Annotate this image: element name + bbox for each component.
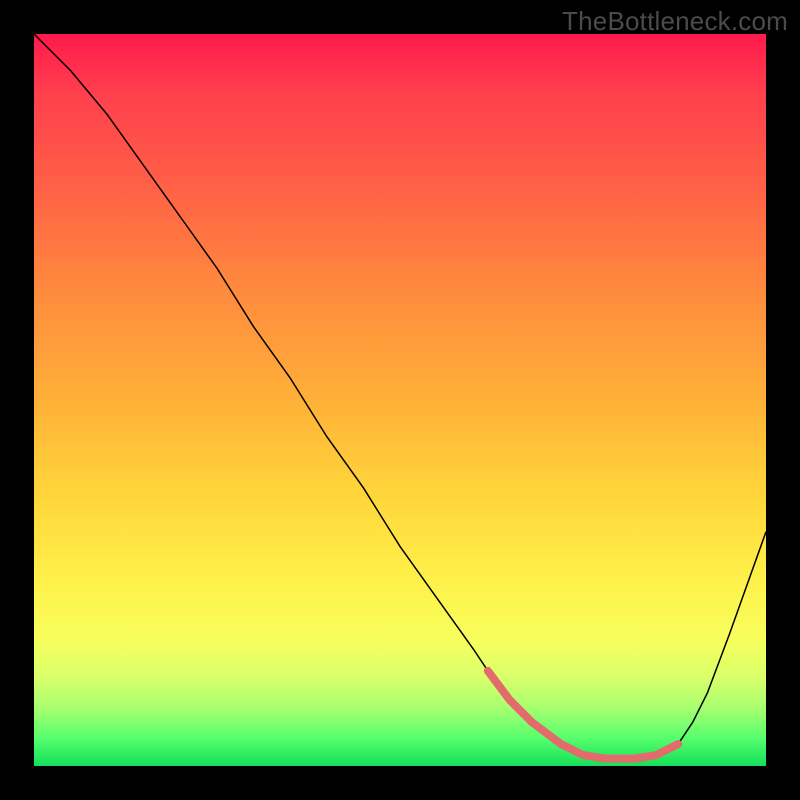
bottleneck-curve-path — [34, 34, 766, 759]
plot-area — [34, 34, 766, 766]
chart-container: TheBottleneck.com — [0, 0, 800, 800]
watermark-text: TheBottleneck.com — [562, 6, 788, 37]
curve-overlay — [34, 34, 766, 766]
valley-highlight-path — [488, 671, 678, 759]
